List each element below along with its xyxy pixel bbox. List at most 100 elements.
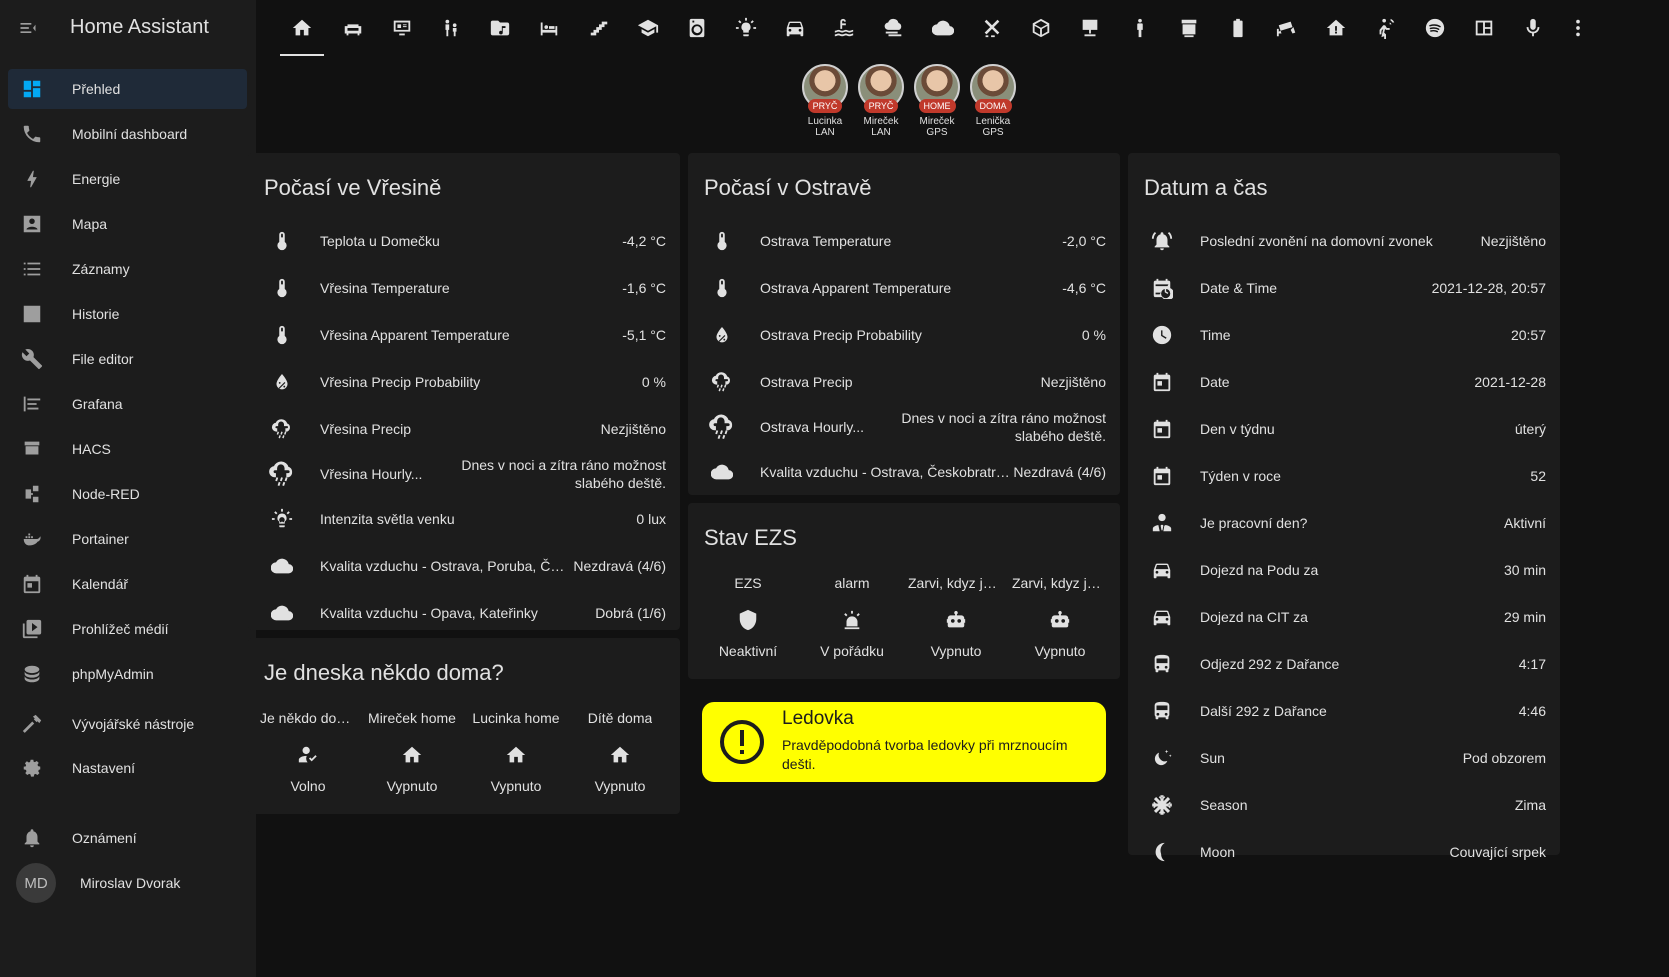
entity-row[interactable]: Kvalita vzduchu - Opava, Kateřinky Dobrá … [248,589,680,636]
entity-row[interactable]: Intenzita světla venku 0 lux [248,495,680,542]
entity-row[interactable]: Kvalita vzduchu - Ostrava, Českobratrská… [688,448,1120,495]
entity-row[interactable]: Kvalita vzduchu - Ostrava, Poruba, ČHMÚ N… [248,542,680,589]
entity-name: Time [1200,326,1231,343]
glance-entity[interactable]: Mireček home Vypnuto [360,710,464,794]
sidebar-item-profile[interactable]: MD Miroslav Dvorak [8,863,247,903]
motion-sensor-icon[interactable] [1361,0,1410,56]
air-conditioner-icon[interactable] [967,0,1016,56]
person-icon[interactable] [1115,0,1164,56]
entity-row[interactable]: Ostrava Precip Probability 0 % [688,311,1120,358]
sidebar-item-notifications[interactable]: Oznámení [8,818,247,858]
entity-row[interactable]: Ostrava Hourly... Dnes v noci a zítra rán… [688,405,1120,448]
bell-icon [20,826,44,850]
more-options-icon[interactable] [1558,0,1598,56]
glance-entity[interactable]: Dítě doma Vypnuto [568,710,672,794]
cloud-icon [268,599,296,627]
entity-row[interactable]: Ostrava Temperature -2,0 °C [688,217,1120,264]
glance-entity[interactable]: Zarvi, kdyz je pohyb Vypnuto [1008,575,1112,659]
sidebar-item-kalend-[interactable]: Kalendář [8,564,247,604]
sidebar-item-label: Portainer [72,531,129,547]
car-icon[interactable] [771,0,820,56]
entity-row[interactable]: Den v týdnu úterý [1128,405,1560,452]
entity-row[interactable]: Vřesina Hourly... Dnes v noci a zítra rán… [248,452,680,495]
sidebar-item-prohl-e-m-di-[interactable]: Prohlížeč médií [8,609,247,649]
entity-row[interactable]: Dojezd na CIT za 29 min [1128,593,1560,640]
sidebar-item-dev-tools[interactable]: Vývojářské nástroje [8,704,247,744]
battery-icon[interactable] [1213,0,1262,56]
person-badge[interactable]: DOMA Lenička GPS [969,64,1017,138]
microphone-icon[interactable] [1509,0,1558,56]
calendar-icon [1148,415,1176,443]
family-icon[interactable] [426,0,475,56]
sidebar-item-z-znamy[interactable]: Záznamy [8,249,247,289]
sidebar-item-phpmyadmin[interactable]: phpMyAdmin [8,654,247,694]
menu-collapse-icon[interactable] [16,16,40,40]
entity-row[interactable]: Dojezd na Podu za 30 min [1128,546,1560,593]
entity-row[interactable]: Season Zima [1128,781,1560,828]
glance-entity[interactable]: alarm V pořádku [800,575,904,659]
weather-wind-icon[interactable] [869,0,918,56]
glance-entity[interactable]: Lucinka home Vypnuto [464,710,568,794]
sidebar-item-mapa[interactable]: Mapa [8,204,247,244]
entity-row[interactable]: Ostrava Precip Nezjištěno [688,358,1120,405]
sidebar-item-node-red[interactable]: Node-RED [8,474,247,514]
desk-icon[interactable] [1066,0,1115,56]
entity-row[interactable]: Time 20:57 [1128,311,1560,358]
cctv-icon[interactable] [1263,0,1312,56]
entity-row[interactable]: Další 292 z Dařance 4:46 [1128,687,1560,734]
panel-icon[interactable] [1459,0,1508,56]
bulb-icon[interactable] [722,0,771,56]
entity-row[interactable]: Ostrava Apparent Temperature -4,6 °C [688,264,1120,311]
monitor-icon[interactable] [377,0,426,56]
entity-row[interactable]: Poslední zvonění na domovní zvonek Nezjiš… [1128,217,1560,264]
glance-entity[interactable]: EZS Neaktivní [696,575,800,659]
entity-row[interactable]: Vřesina Apparent Temperature -5,1 °C [248,311,680,358]
entity-row[interactable]: Date & Time 2021-12-28, 20:57 [1128,264,1560,311]
sidebar-item-file-editor[interactable]: File editor [8,339,247,379]
cube-icon[interactable] [1017,0,1066,56]
entity-row[interactable]: Date 2021-12-28 [1128,358,1560,405]
entity-row[interactable]: Moon Couvající srpek [1128,828,1560,875]
printer-3d-icon[interactable] [1164,0,1213,56]
sidebar-item-hacs[interactable]: HACS [8,429,247,469]
map-icon [20,212,44,236]
music-folder-icon[interactable] [476,0,525,56]
glance-entity[interactable]: Je někdo doma? Volno [256,710,360,794]
water-percent-icon [268,368,296,396]
sidebar-item-p-ehled[interactable]: Přehled [8,69,247,109]
bed-icon[interactable] [525,0,574,56]
glance-entity[interactable]: Zarvi, kdyz je zvonek Vypnuto [904,575,1008,659]
entity-row[interactable]: Vřesina Precip Probability 0 % [248,358,680,405]
spotify-icon[interactable] [1410,0,1459,56]
entity-row[interactable]: Vřesina Temperature -1,6 °C [248,264,680,311]
sidebar-item-grafana[interactable]: Grafana [8,384,247,424]
sidebar-item-portainer[interactable]: Portainer [8,519,247,559]
sidebar-item-label: Node-RED [72,486,140,502]
washer-icon[interactable] [672,0,721,56]
sidebar-item-historie[interactable]: Historie [8,294,247,334]
sofa-icon[interactable] [328,0,377,56]
school-icon[interactable] [623,0,672,56]
entity-row[interactable]: Vřesina Precip Nezjištěno [248,405,680,452]
ice-alert[interactable]: Ledovka Pravděpodobná tvorba ledovky při… [702,702,1106,782]
pool-icon[interactable] [820,0,869,56]
stairs-icon[interactable] [574,0,623,56]
entity-row[interactable]: Je pracovní den? Aktivní [1128,499,1560,546]
entity-row[interactable]: Odjezd 292 z Dařance 4:17 [1128,640,1560,687]
sidebar-item-settings[interactable]: Nastavení [8,748,247,788]
sidebar-item-mobiln-dashboard[interactable]: Mobilní dashboard [8,114,247,154]
entity-row[interactable]: Týden v roce 52 [1128,452,1560,499]
sidebar-item-energie[interactable]: Energie [8,159,247,199]
person-badge[interactable]: PRYČ Mireček LAN [857,64,905,138]
entity-state: 4:17 [1518,655,1546,672]
cloud-icon[interactable] [918,0,967,56]
home-icon[interactable] [276,0,328,56]
entity-row[interactable]: Sun Pod obzorem [1128,734,1560,781]
house-alert-icon[interactable] [1312,0,1361,56]
entity-state: 52 [1530,467,1546,484]
person-badge[interactable]: PRYČ Lucinka LAN [801,64,849,138]
person-name-line2: GPS [926,127,948,138]
weather-rainy-icon [708,368,736,396]
person-badge[interactable]: HOME Mireček GPS [913,64,961,138]
entity-row[interactable]: Teplota u Domečku -4,2 °C [248,217,680,264]
